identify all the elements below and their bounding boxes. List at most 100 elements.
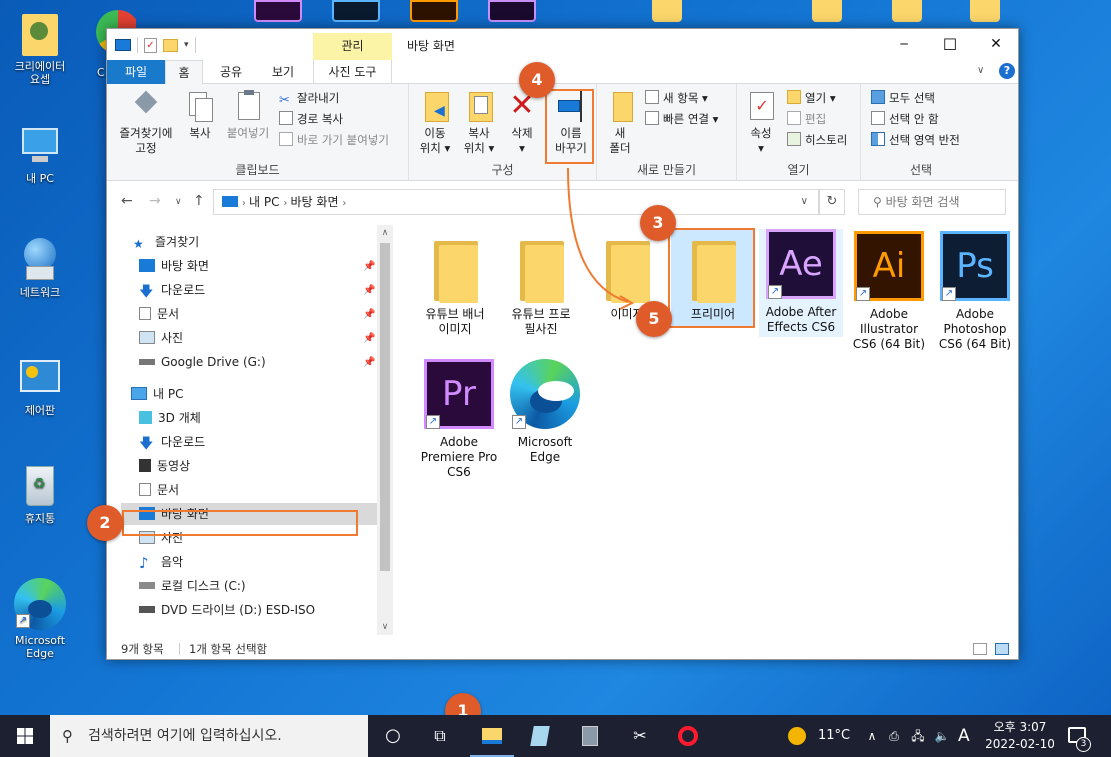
copy-button[interactable]: 복사	[183, 90, 217, 141]
nav-quick-desktop[interactable]: 바탕 화면	[139, 255, 209, 277]
nav-pc-local-disk[interactable]: 로컬 디스크 (C:)	[139, 575, 246, 597]
weather-icon[interactable]	[788, 727, 806, 745]
partial-photoshop-icon	[332, 0, 380, 22]
nav-pc-3d-objects[interactable]: 3D 개체	[139, 407, 201, 429]
select-none-button[interactable]: 선택 안 함	[871, 109, 939, 129]
file-item-after-effects[interactable]: Ae ↗ Adobe After Effects CS6	[759, 229, 843, 337]
tab-file[interactable]: 파일	[107, 60, 165, 84]
tab-view[interactable]: 보기	[261, 60, 305, 84]
desktop-icon-user-folder[interactable]: 크리에이터 요셉	[4, 12, 76, 86]
opera-icon[interactable]	[676, 724, 700, 748]
copy-to-button[interactable]: 복사 위치 ▾	[459, 90, 499, 156]
scroll-down-icon[interactable]: ∨	[377, 619, 393, 635]
desktop-icon-recycle-bin[interactable]: ♻ 휴지통	[4, 464, 76, 525]
close-button[interactable]: ✕	[973, 29, 1019, 60]
volume-icon[interactable]: 🔈	[930, 724, 954, 748]
calculator-icon[interactable]	[578, 724, 602, 748]
file-item-premiere[interactable]: Pr ↗ Adobe Premiere Pro CS6	[417, 359, 501, 480]
title-bar: ✓ ▾ 관리 바탕 화면 ─ ☐ ✕	[107, 29, 1018, 60]
copy-path-button[interactable]: 경로 복사	[279, 109, 343, 129]
task-view-icon[interactable]: ⧉	[428, 724, 452, 748]
search-placeholder: 바탕 화면 검색	[885, 195, 960, 209]
nav-quick-google-drive[interactable]: Google Drive (G:)	[139, 351, 266, 373]
file-item-folder[interactable]: 유튜브 배너 이미지	[413, 231, 497, 337]
file-name: Adobe Premiere Pro CS6	[420, 435, 498, 479]
weather-temp[interactable]: 11°C	[818, 715, 850, 757]
scroll-thumb[interactable]	[380, 243, 390, 571]
properties-button[interactable]: ✓ 속성 ▾	[741, 90, 781, 156]
desktop-icon-this-pc[interactable]: 내 PC	[4, 124, 76, 185]
breadcrumb-this-pc[interactable]: 내 PC	[249, 195, 279, 209]
new-folder-quick-icon[interactable]	[163, 38, 178, 52]
tray-device-icon[interactable]: ⎙	[882, 724, 906, 748]
file-name: 유튜브 배너 이미지	[425, 307, 485, 336]
pin-quick-access-button[interactable]: 즐겨찾기에 고정	[113, 90, 179, 156]
window-pc-icon[interactable]	[115, 39, 131, 51]
select-all-button[interactable]: 모두 선택	[871, 88, 935, 108]
forward-arrow-icon[interactable]: →	[149, 193, 161, 209]
cortana-icon[interactable]: ○	[381, 724, 405, 748]
tab-picture-tools[interactable]: 사진 도구	[313, 60, 392, 84]
paste-button[interactable]: 붙여넣기	[221, 90, 275, 141]
move-to-button[interactable]: ◀ 이동 위치 ▾	[415, 90, 455, 156]
breadcrumb-desktop[interactable]: 바탕 화면	[291, 195, 339, 209]
invert-selection-button[interactable]: 선택 영역 반전	[871, 130, 960, 150]
file-item-photoshop[interactable]: Ps ↗ Adobe Photoshop CS6 (64 Bit)	[933, 231, 1017, 352]
nav-pc-music[interactable]: ♪ 음악	[139, 551, 183, 573]
new-folder-button[interactable]: 새 폴더	[603, 90, 637, 156]
tray-chevron-icon[interactable]: ∧	[860, 724, 884, 748]
taskbar-search[interactable]: ⚲ 검색하려면 여기에 입력하십시오.	[50, 715, 368, 757]
open-button[interactable]: 열기 ▾	[787, 88, 836, 108]
history-button[interactable]: 히스토리	[787, 130, 847, 150]
desktop-icon-edge[interactable]: ↗ Microsoft Edge	[4, 578, 76, 660]
easy-access-button[interactable]: 빠른 연결 ▾	[645, 109, 718, 129]
paste-shortcut-button[interactable]: 바로 가기 붙여넣기	[279, 130, 389, 150]
nav-quick-downloads[interactable]: 🡇 다운로드	[139, 279, 205, 301]
file-item-edge[interactable]: ↗ Microsoft Edge	[503, 359, 587, 465]
new-item-button[interactable]: 새 항목 ▾	[645, 88, 708, 108]
minimize-button[interactable]: ─	[881, 29, 927, 60]
file-item-folder[interactable]: 유튜브 프로 필사진	[499, 231, 583, 337]
clock[interactable]: 오후 3:07 2022-02-10	[980, 719, 1060, 753]
up-arrow-icon[interactable]: ↑	[193, 193, 205, 209]
desktop-icon-network[interactable]: 네트워크	[4, 238, 76, 299]
nav-quick-documents[interactable]: 문서	[139, 303, 179, 325]
scroll-up-icon[interactable]: ∧	[377, 225, 393, 241]
properties-check-icon[interactable]: ✓	[144, 37, 157, 53]
tab-home[interactable]: 홈	[165, 60, 203, 85]
snipping-tool-icon[interactable]: ✂	[628, 724, 652, 748]
nav-pc-downloads[interactable]: 🡇 다운로드	[139, 431, 205, 453]
edit-button[interactable]: 편집	[787, 109, 826, 129]
address-box[interactable]: › 내 PC › 바탕 화면 › ∨	[213, 189, 819, 215]
notepad-icon[interactable]	[528, 724, 552, 748]
tab-share[interactable]: 공유	[211, 60, 251, 84]
file-item-illustrator[interactable]: Ai ↗ Adobe Illustrator CS6 (64 Bit)	[847, 231, 931, 352]
nav-scrollbar[interactable]: ∧ ∨	[377, 225, 393, 635]
nav-pc-dvd-drive[interactable]: DVD 드라이브 (D:) ESD-ISO	[139, 599, 315, 621]
back-arrow-icon[interactable]: ←	[121, 193, 133, 209]
manage-context-tab[interactable]: 관리	[313, 33, 392, 60]
details-view-icon[interactable]	[973, 643, 987, 655]
large-icons-view-icon[interactable]	[995, 643, 1009, 655]
ribbon-expand-icon[interactable]: ∨	[977, 65, 984, 76]
nav-pc-videos[interactable]: 동영상	[139, 455, 190, 477]
desktop-icon-control-panel[interactable]: 제어판	[4, 356, 76, 417]
shortcut-arrow-icon: ↗	[512, 415, 526, 429]
ime-indicator[interactable]: A	[958, 715, 970, 757]
maximize-button[interactable]: ☐	[927, 29, 973, 60]
customize-toolbar-icon[interactable]: ▾	[184, 40, 189, 50]
help-icon[interactable]: ?	[999, 63, 1015, 79]
nav-this-pc[interactable]: 내 PC	[131, 383, 183, 405]
search-box[interactable]: ⚲ 바탕 화면 검색	[858, 189, 1006, 215]
nav-quick-pictures[interactable]: 사진	[139, 327, 183, 349]
network-tray-icon[interactable]: 🖧	[906, 724, 930, 748]
nav-pc-documents[interactable]: 문서	[139, 479, 179, 501]
delete-button[interactable]: ✕ 삭제 ▾	[505, 90, 539, 156]
recent-locations-icon[interactable]: ∨	[175, 197, 182, 207]
refresh-icon[interactable]: ↻	[819, 189, 845, 215]
nav-quick-access[interactable]: ★ 즐겨찾기	[133, 231, 199, 253]
cut-button[interactable]: ✂ 잘라내기	[279, 88, 339, 108]
address-dropdown-icon[interactable]: ∨	[801, 190, 808, 214]
start-button[interactable]	[0, 715, 50, 757]
file-explorer-taskbar-icon[interactable]	[480, 724, 504, 748]
